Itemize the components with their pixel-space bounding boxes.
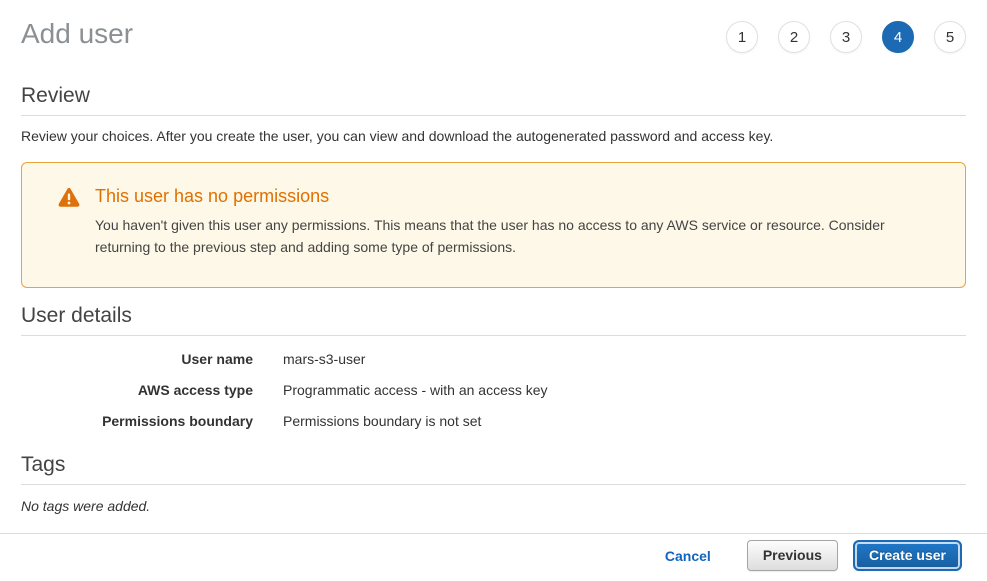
page-title: Add user xyxy=(21,17,133,51)
user-details-section-heading: User details xyxy=(21,303,966,336)
wizard-content: Review Review your choices. After you cr… xyxy=(0,83,987,514)
step-indicator-5: 5 xyxy=(934,21,966,53)
user-details-list: User name mars-s3-user AWS access type P… xyxy=(21,350,966,430)
detail-value: Programmatic access - with an access key xyxy=(283,381,548,399)
no-permissions-warning-banner: This user has no permissions You haven't… xyxy=(21,162,966,288)
tags-section-heading: Tags xyxy=(21,452,966,485)
detail-label: AWS access type xyxy=(21,381,253,399)
add-user-wizard-page: Add user 1 2 3 4 5 Review Review your ch… xyxy=(0,0,987,581)
review-section-heading: Review xyxy=(21,83,966,116)
wizard-header: Add user 1 2 3 4 5 xyxy=(0,0,987,53)
detail-row-user-name: User name mars-s3-user xyxy=(21,350,966,368)
create-user-button[interactable]: Create user xyxy=(853,540,962,571)
warning-body: You haven't given this user any permissi… xyxy=(95,214,929,258)
tags-empty-message: No tags were added. xyxy=(21,498,966,514)
detail-value: mars-s3-user xyxy=(283,350,365,368)
warning-title: This user has no permissions xyxy=(95,186,929,207)
detail-row-permissions-boundary: Permissions boundary Permissions boundar… xyxy=(21,412,966,430)
previous-button[interactable]: Previous xyxy=(747,540,838,571)
detail-label: Permissions boundary xyxy=(21,412,253,430)
detail-value: Permissions boundary is not set xyxy=(283,412,481,430)
warning-triangle-icon xyxy=(58,187,80,212)
detail-label: User name xyxy=(21,350,253,368)
step-indicator-3: 3 xyxy=(830,21,862,53)
step-indicator-4: 4 xyxy=(882,21,914,53)
step-indicator-2: 2 xyxy=(778,21,810,53)
warning-text-block: This user has no permissions You haven't… xyxy=(95,186,929,258)
review-description: Review your choices. After you create th… xyxy=(21,127,966,145)
detail-row-access-type: AWS access type Programmatic access - wi… xyxy=(21,381,966,399)
wizard-step-indicator: 1 2 3 4 5 xyxy=(726,17,966,53)
step-indicator-1: 1 xyxy=(726,21,758,53)
cancel-button[interactable]: Cancel xyxy=(665,548,711,564)
wizard-footer: Cancel Previous Create user xyxy=(0,533,987,581)
